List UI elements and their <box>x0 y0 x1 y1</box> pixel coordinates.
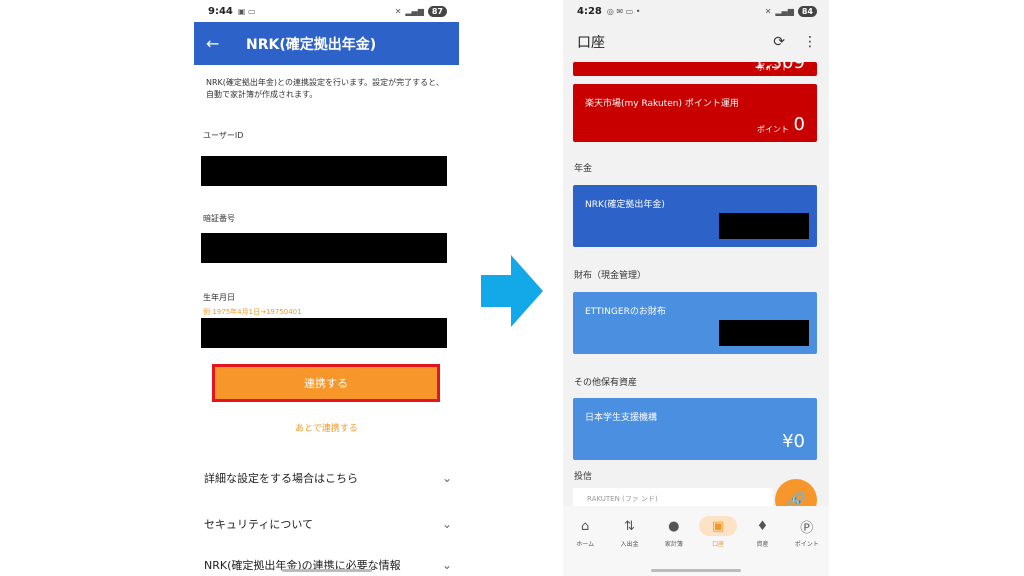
wallet-icon: ▣ <box>699 516 738 536</box>
pin-input[interactable] <box>201 233 447 263</box>
later-link[interactable]: あとで連携する <box>194 421 459 434</box>
points-value: 0 <box>793 114 805 135</box>
nav-label: 口座 <box>712 541 725 548</box>
balance-value: ¥0 <box>782 431 805 452</box>
points-p-icon: Ⓟ <box>800 520 814 536</box>
nav-label: 家計簿 <box>664 541 683 548</box>
points-card-top[interactable]: ポイント 1,309 <box>573 62 817 76</box>
page-title: 口座 <box>577 35 605 51</box>
section-wallet: 財布（現金管理） <box>574 271 647 281</box>
section-pension: 年金 <box>574 164 593 174</box>
nav-label: 資産 <box>756 541 769 548</box>
sync-icon[interactable]: ⟳ <box>773 34 785 50</box>
nav-transactions[interactable]: ⇅ 入出金 <box>607 506 651 576</box>
points-value: 1,309 <box>753 62 805 73</box>
chevron-down-icon: ⌄ <box>441 517 452 531</box>
phone-right-screen: 4:28 ◎ ✉ ▭ • ✕ ▂▄▆ 84 口座 ⟳ ⋮ ポイント 1,309 … <box>563 0 829 576</box>
status-bar: 4:28 ◎ ✉ ▭ • ✕ ▂▄▆ 84 <box>563 0 829 22</box>
birthdate-label: 生年月日 <box>203 293 235 302</box>
section-other-assets: その他保有資産 <box>574 378 638 388</box>
accordion-label: セキュリティについて <box>204 518 314 531</box>
nrk-account-card[interactable]: NRK(確定拠出年金) <box>573 185 817 247</box>
wallet-account-card[interactable]: ETTINGERのお財布 <box>573 292 817 354</box>
accordion-security[interactable]: セキュリティについて ⌄ <box>204 516 452 532</box>
page-title: NRK(確定拠出年金) <box>246 36 377 53</box>
status-time: 9:44 <box>208 5 233 17</box>
app-bar: 口座 ⟳ ⋮ <box>563 22 829 62</box>
signal-icon: ▂▄▆ <box>775 6 794 16</box>
account-name: 日本学生支援機構 <box>585 413 658 423</box>
notification-icon: ◎ ✉ ▭ • <box>606 6 641 16</box>
section-funds: 投信 <box>574 472 593 482</box>
mute-icon: ✕ <box>764 6 772 16</box>
signal-icon: ▂▄▆ <box>405 6 424 16</box>
accordion-label: 詳細な設定をする場合はこちら <box>204 472 358 485</box>
nav-assets[interactable]: ♦ 資産 <box>740 506 784 576</box>
phone-left-screen: 9:44 ▣ ▭ ✕ ▂▄▆ 87 ← NRK(確定拠出年金) NRK(確定拠出… <box>194 0 459 576</box>
gesture-handle <box>651 569 741 572</box>
nav-label: ホーム <box>576 541 595 548</box>
points-label: ポイント <box>757 125 789 134</box>
swap-vert-icon: ⇅ <box>624 518 635 534</box>
chevron-down-icon: ⌄ <box>441 558 452 572</box>
nav-home[interactable]: ⌂ ホーム <box>563 506 607 576</box>
birthdate-input[interactable] <box>201 318 447 348</box>
redacted-balance <box>719 213 809 239</box>
account-name: ETTINGERのお財布 <box>585 307 666 317</box>
app-bar: ← NRK(確定拠出年金) <box>194 22 459 65</box>
user-id-label: ユーザーID <box>203 131 244 140</box>
nav-household-book[interactable]: ● 家計簿 <box>652 506 696 576</box>
mute-icon: ✕ <box>394 6 402 16</box>
account-name: 楽天市場(my Rakuten) ポイント運用 <box>585 99 739 109</box>
fund-card-peek[interactable]: RAKUTEN (ファ ンド) <box>573 488 773 508</box>
notification-icon: ▣ ▭ <box>237 6 256 16</box>
gesture-handle <box>281 569 372 572</box>
nav-accounts[interactable]: ▣ 口座 <box>696 506 740 576</box>
right-arrow-icon <box>481 255 543 327</box>
intro-text: NRK(確定拠出年金)との連携設定を行います。設定が完了すると、自動で家計簿が作… <box>206 78 444 99</box>
user-id-input[interactable] <box>201 156 447 186</box>
battery-badge: 84 <box>797 5 817 17</box>
chevron-down-icon: ⌄ <box>441 471 452 485</box>
bottom-navigation: ⌂ ホーム ⇅ 入出金 ● 家計簿 ▣ 口座 ♦ 資産 Ⓟ ポイント <box>563 506 829 576</box>
money-bag-icon: ♦ <box>756 518 769 534</box>
more-vert-icon[interactable]: ⋮ <box>803 34 817 50</box>
home-icon: ⌂ <box>581 518 590 534</box>
piggy-bank-icon: ● <box>668 518 680 534</box>
status-time: 4:28 <box>577 5 602 17</box>
rakuten-points-card[interactable]: 楽天市場(my Rakuten) ポイント運用 ポイント 0 <box>573 84 817 142</box>
pin-label: 暗証番号 <box>203 214 235 223</box>
account-name: NRK(確定拠出年金) <box>585 200 665 210</box>
nav-label: 入出金 <box>620 541 639 548</box>
accordion-advanced-settings[interactable]: 詳細な設定をする場合はこちら ⌄ <box>204 470 452 486</box>
link-button[interactable]: 連携する <box>212 364 440 402</box>
battery-badge: 87 <box>427 5 447 17</box>
status-bar: 9:44 ▣ ▭ ✕ ▂▄▆ 87 <box>194 0 459 22</box>
nav-points[interactable]: Ⓟ ポイント <box>785 506 829 576</box>
back-arrow-icon[interactable]: ← <box>206 34 236 53</box>
birthdate-hint: 例:1975年4月1日→19750401 <box>203 308 302 316</box>
jasso-account-card[interactable]: 日本学生支援機構 ¥0 <box>573 398 817 460</box>
nav-label: ポイント <box>794 541 819 548</box>
redacted-balance <box>719 320 809 346</box>
